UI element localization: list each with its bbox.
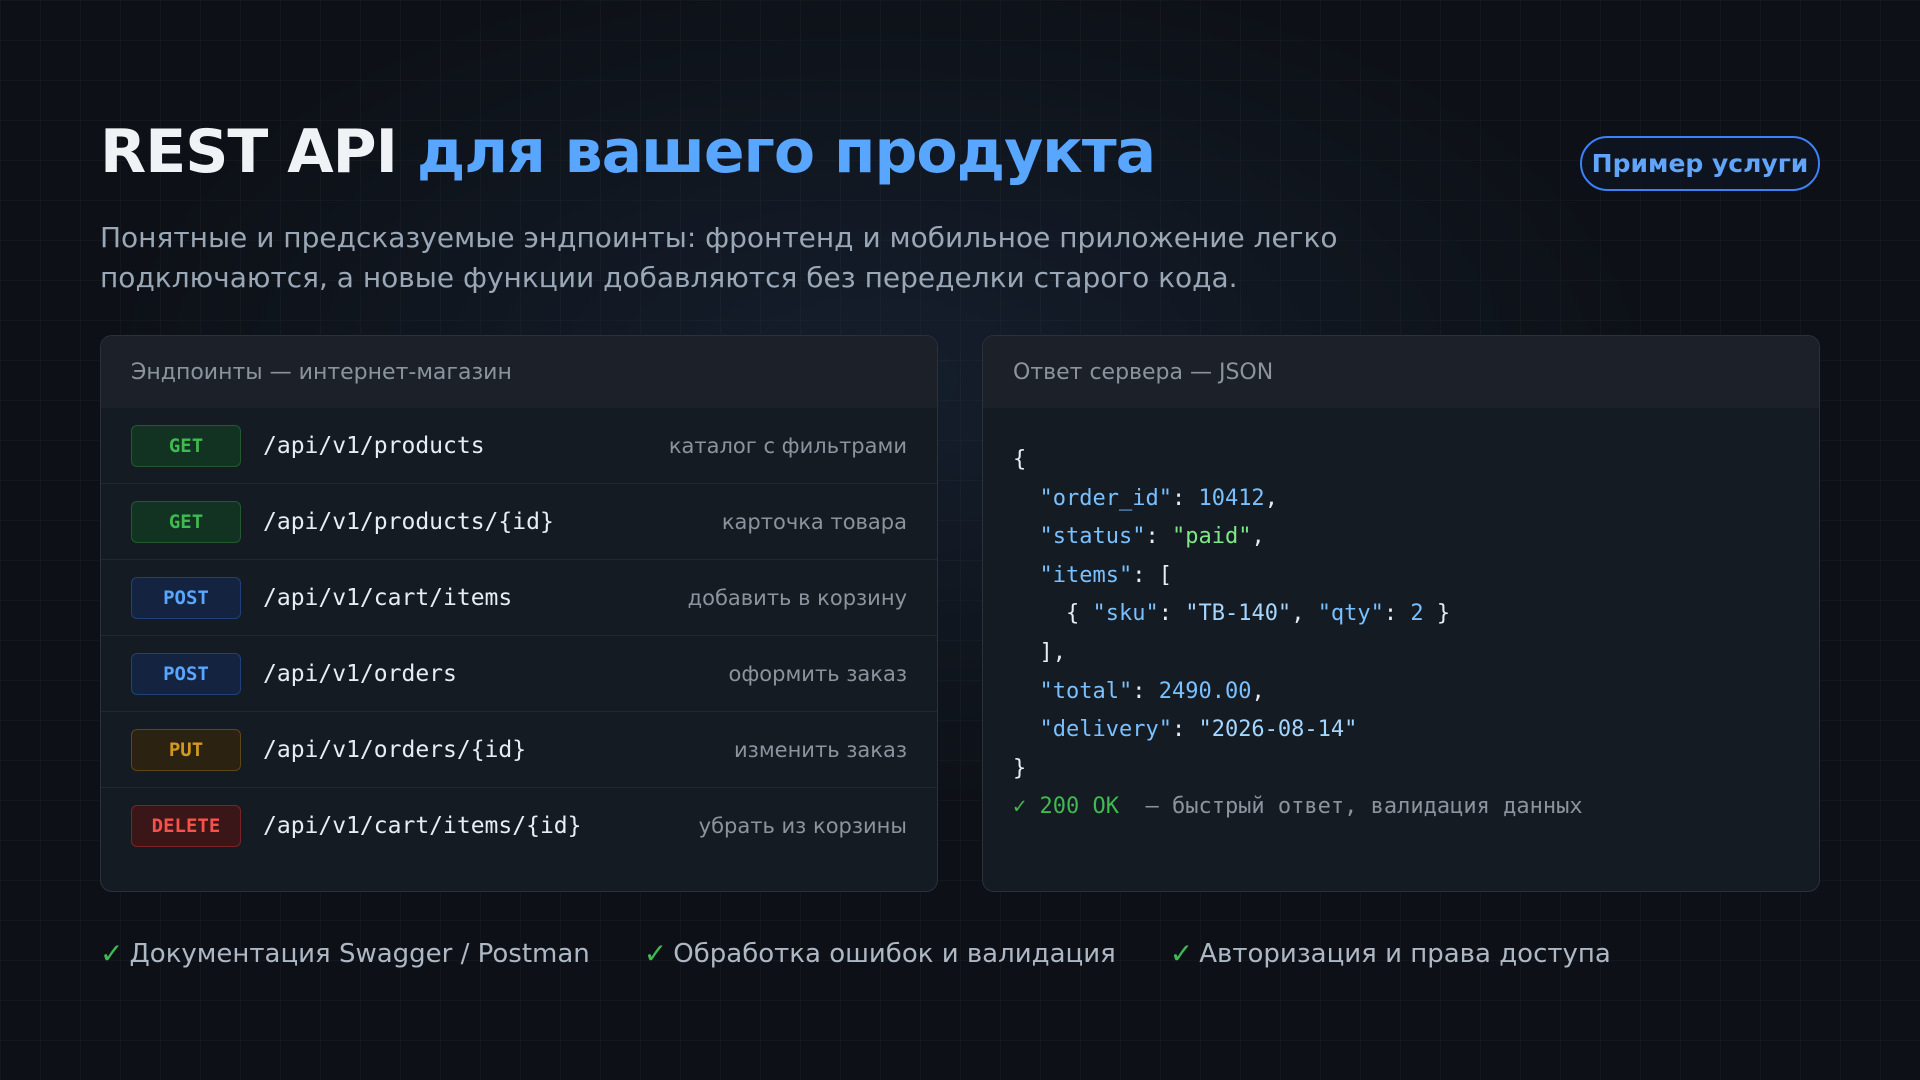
json-key: "sku" bbox=[1092, 601, 1159, 627]
endpoint-path: /api/v1/cart/items bbox=[263, 584, 513, 611]
method-badge-delete: DELETE bbox=[131, 805, 241, 847]
check-icon: ✓ bbox=[100, 937, 124, 970]
json-key: "status" bbox=[1039, 524, 1146, 550]
status-ok: ✓ 200 OK bbox=[1013, 794, 1119, 820]
json-key: "total" bbox=[1039, 678, 1133, 704]
endpoint-description: добавить в корзину bbox=[687, 585, 907, 610]
feature-list: ✓ Документация Swagger / Postman ✓ Обраб… bbox=[100, 937, 1665, 970]
endpoint-path: /api/v1/orders bbox=[263, 660, 457, 687]
json-string: "2026-08-14" bbox=[1198, 717, 1358, 743]
endpoints-card: Эндпоинты — интернет-магазин GET /api/v1… bbox=[100, 335, 938, 892]
json-number: 2490.00 bbox=[1158, 678, 1252, 704]
feature-item: ✓ Авторизация и права доступа bbox=[1170, 937, 1611, 970]
page-subtitle: Понятные и предсказуемые эндпоинты: фрон… bbox=[100, 221, 1338, 294]
json-string: "paid" bbox=[1171, 524, 1252, 550]
title-main: REST API bbox=[100, 117, 398, 187]
method-badge-put: PUT bbox=[131, 728, 241, 771]
method-badge-post: POST bbox=[131, 576, 241, 619]
feature-label: Авторизация и права доступа bbox=[1199, 938, 1611, 969]
endpoint-description: изменить заказ bbox=[734, 737, 907, 762]
endpoint-path: /api/v1/products/{id} bbox=[263, 508, 554, 535]
hero-header: REST API для вашего продукта Понятные и … bbox=[100, 114, 1820, 298]
feature-item: ✓ Обработка ошибок и валидация bbox=[644, 937, 1116, 970]
json-number: 10412 bbox=[1198, 485, 1265, 511]
service-example-button[interactable]: Пример услуги bbox=[1580, 136, 1820, 191]
feature-item: ✓ Документация Swagger / Postman bbox=[100, 937, 590, 970]
json-number: 2 bbox=[1410, 601, 1424, 627]
endpoint-row: DELETE /api/v1/cart/items/{id} убрать из… bbox=[101, 788, 937, 864]
endpoint-description: карточка товара bbox=[721, 509, 907, 534]
endpoint-row: POST /api/v1/orders оформить заказ bbox=[101, 636, 937, 712]
json-code-block: { "order_id": 10412, "status": "paid", "… bbox=[1013, 447, 1583, 820]
check-icon: ✓ bbox=[643, 937, 668, 970]
title-accent: для вашего продукта bbox=[416, 117, 1156, 187]
feature-label: Обработка ошибок и валидация bbox=[673, 938, 1116, 969]
endpoint-description: убрать из корзины bbox=[698, 814, 907, 838]
method-badge-get: GET bbox=[131, 500, 241, 543]
status-note: — быстрый ответ, валидация данных bbox=[1145, 794, 1583, 820]
endpoint-row: PUT /api/v1/orders/{id} изменить заказ bbox=[101, 712, 937, 788]
json-card-title: Ответ сервера — JSON bbox=[983, 336, 1819, 408]
page-title: REST API для вашего продукта bbox=[100, 114, 1820, 190]
endpoint-description: каталог с фильтрами bbox=[668, 433, 907, 458]
endpoint-description: оформить заказ bbox=[728, 661, 907, 686]
json-key: "order_id" bbox=[1039, 485, 1172, 511]
json-string: "TB-140" bbox=[1185, 601, 1292, 627]
json-key: "items" bbox=[1039, 562, 1133, 588]
endpoint-path: /api/v1/products bbox=[263, 432, 485, 459]
check-icon: ✓ bbox=[1169, 937, 1194, 970]
endpoint-path: /api/v1/orders/{id} bbox=[263, 736, 527, 763]
endpoint-path: /api/v1/cart/items/{id} bbox=[263, 813, 582, 839]
endpoints-card-title: Эндпоинты — интернет-магазин bbox=[101, 336, 937, 408]
json-response-card: Ответ сервера — JSON { "order_id": 10412… bbox=[982, 335, 1820, 892]
method-badge-post: POST bbox=[131, 652, 241, 695]
endpoint-row: POST /api/v1/cart/items добавить в корзи… bbox=[101, 560, 937, 636]
feature-label: Документация Swagger / Postman bbox=[129, 938, 590, 969]
json-key: "delivery" bbox=[1039, 717, 1172, 743]
endpoint-row: GET /api/v1/products/{id} карточка товар… bbox=[101, 484, 937, 560]
endpoint-list: GET /api/v1/products каталог с фильтрами… bbox=[101, 408, 937, 864]
json-key: "qty" bbox=[1317, 601, 1384, 627]
method-badge-get: GET bbox=[131, 424, 241, 467]
endpoint-row: GET /api/v1/products каталог с фильтрами bbox=[101, 408, 937, 484]
